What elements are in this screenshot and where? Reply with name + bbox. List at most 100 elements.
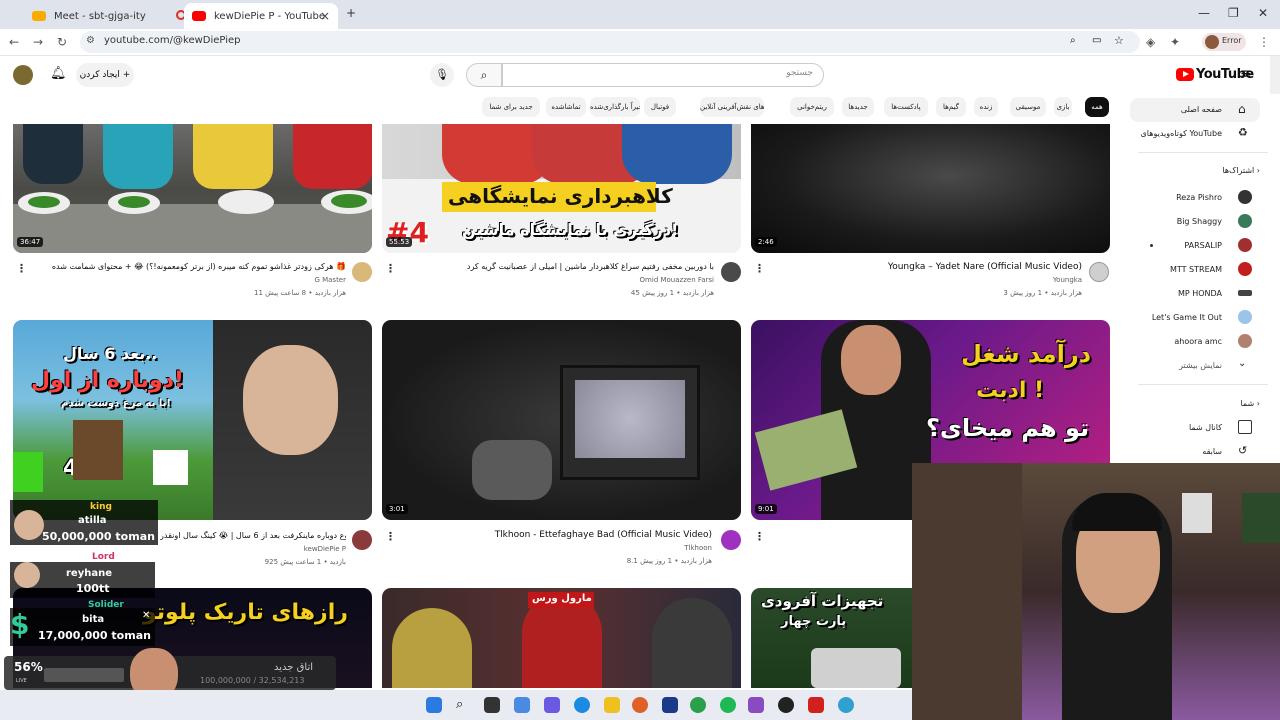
more-options-icon[interactable]: ⋮ [16,262,27,275]
chip[interactable]: فوتبال [644,97,676,117]
avatar[interactable] [13,65,33,85]
back-icon[interactable]: ← [9,35,19,49]
sidebar-item-sub[interactable]: Big Shaggy [1130,210,1260,234]
chip[interactable]: پادکست‌ها [884,97,928,117]
more-options-icon[interactable]: ⋮ [385,530,396,543]
video-title[interactable]: Youngka – Yadet Nare (Official Music Vid… [770,262,1082,272]
site-info-icon[interactable]: ⚙ [86,35,95,46]
channel-name[interactable]: Omid Mouazzen Farsi [520,276,714,284]
notifications-icon[interactable]: 🔔︎ [50,66,67,81]
video-thumbnail[interactable]: مارول ورس [382,588,741,688]
chip[interactable]: بازی [1054,97,1072,117]
widgets-icon[interactable] [514,697,530,713]
chip[interactable]: جدید برای شما [482,97,540,117]
video-title[interactable]: با دوربین مخفی رفتیم سراغ کلاهبردار ماشی… [400,262,714,271]
menu-icon[interactable]: ⋮ [1258,35,1270,49]
chrome-icon[interactable] [690,697,706,713]
chip[interactable]: زنده [974,97,998,117]
sidebar-item-sub[interactable]: MTT STREAM [1130,258,1260,282]
folder-icon[interactable] [604,697,620,713]
app-icon[interactable] [838,697,854,713]
task-view-icon[interactable] [484,697,500,713]
chip[interactable]: ریتم‌خوانی [790,97,834,117]
zoom-icon[interactable]: ⌕ [1070,35,1076,46]
bookmark-icon[interactable]: ☆ [1114,34,1124,47]
chip[interactable]: بازی‌های نقش‌آفرینی آنلاین [700,97,764,117]
close-window-icon[interactable]: ✕ [1258,6,1268,20]
avatar[interactable] [721,262,741,282]
sidebar-item-sub[interactable]: Let's Game It Out [1130,306,1260,330]
video-thumbnail[interactable]: 3:01 [382,320,741,520]
shield-icon[interactable]: ◈ [1146,35,1155,49]
video-title[interactable]: شروع دوباره ماینکرفت بعد از 6 سال | 😭 کی… [160,531,346,540]
sidebar-item-history[interactable]: سابقه ↺ [1130,440,1260,464]
extensions-icon[interactable]: ✦ [1170,35,1180,49]
more-options-icon[interactable]: ⋮ [754,262,765,275]
spotify-icon[interactable] [720,697,736,713]
sidebar-item-your-channel[interactable]: کانال شما [1130,416,1260,440]
tab-meet[interactable]: Meet - sbt-gjga-ity [24,3,186,29]
forward-icon[interactable]: → [33,35,43,49]
video-thumbnail[interactable]: 36:47 [13,124,372,253]
sidebar-item-home[interactable]: صفحه اصلی ⌂ [1130,98,1260,122]
sidebar-item-sub[interactable]: MP HONDA [1130,282,1260,306]
youtube-icon [192,11,206,21]
show-more-button[interactable]: نمایش بیشتر ⌄ [1130,354,1260,378]
tab-youtube[interactable]: kewDiePie P - YouTube × [184,3,338,29]
create-button[interactable]: ایجاد کردن + [76,63,134,87]
avatar[interactable] [721,530,741,550]
app-icon[interactable] [808,697,824,713]
channel-name[interactable]: kewDiePie P [200,545,346,553]
sidebar-item-sub[interactable]: Reza Pishro [1130,186,1260,210]
chat-icon[interactable] [544,697,560,713]
close-icon[interactable]: ✕ [142,610,150,621]
avatar[interactable] [352,530,372,550]
channel-name[interactable]: Youngka [890,276,1082,284]
avatar[interactable] [1089,262,1109,282]
chip-all[interactable]: همه [1085,97,1109,117]
search-button[interactable]: ⌕ [466,63,502,87]
app-icon[interactable] [748,697,764,713]
minimize-icon[interactable]: — [1198,6,1210,20]
address-bar[interactable]: ⚙ youtube.com/@kewDiePiep ⌕ ▭ ☆ [80,31,1140,53]
cast-icon[interactable]: ▭ [1092,35,1101,46]
app-icon[interactable] [662,697,678,713]
search-icon[interactable]: ⌕ [456,697,472,713]
channel-name[interactable]: Tlkhoon [520,544,712,552]
new-tab-button[interactable]: + [346,6,356,20]
avatar[interactable] [352,262,372,282]
chip[interactable]: جدیدها [842,97,874,117]
close-tab-icon[interactable]: × [320,9,330,23]
scrollbar[interactable] [1270,56,1280,94]
sidebar-item-shorts[interactable]: کوتاه‌ویدیوهای YouTube ♻ [1130,122,1260,146]
chip[interactable]: اخیراً بارگذاری‌شده [590,97,640,117]
search-input[interactable]: جستجو [502,63,824,87]
video-thumbnail[interactable]: بعد 6 سال.. دوباره از اول! با یه مرغ دوس… [13,320,372,520]
video-thumbnail[interactable]: 2:46 [751,124,1110,253]
video-title[interactable]: هرکی زودتر غذاشو تموم کنه میبره (از برتر… [30,262,346,271]
restore-icon[interactable]: ❐ [1228,6,1239,20]
video-title[interactable]: Tlkhoon - Ettefaghaye Bad (Official Musi… [400,530,712,540]
edge-icon[interactable] [574,697,590,713]
channel-name[interactable]: G Master [150,276,346,284]
you-heading[interactable]: شما › [1240,399,1260,408]
subscriptions-heading[interactable]: اشتراک‌ها › [1222,166,1260,175]
obs-icon[interactable] [778,697,794,713]
firefox-icon[interactable] [632,697,648,713]
more-options-icon[interactable]: ⋮ [754,530,765,543]
video-thumbnail[interactable]: تجهیزات آفرودی پارت چهار [751,588,912,688]
chip[interactable]: موسیقی [1010,97,1046,117]
reload-icon[interactable]: ↻ [57,35,67,49]
mic-icon[interactable]: 🎙︎ [430,63,454,87]
chip[interactable]: تماشاشده [546,97,586,117]
donation-name: bita [82,614,105,625]
windows-start-icon[interactable] [426,697,442,713]
chip[interactable]: گیم‌ها [936,97,966,117]
donation-overlay: king atilla 50,000,000 toman Lord reyhan… [10,500,158,648]
sidebar-item-sub[interactable]: ahoora amc [1130,330,1260,354]
video-thumbnail[interactable]: کلاهبرداری نمایشگاهی درگیری با نمایشگاه … [382,124,741,253]
sidebar-item-sub[interactable]: PARSALIP [1130,234,1260,258]
profile-button[interactable]: Error [1202,33,1246,51]
hamburger-icon[interactable]: ≡ [1240,66,1252,82]
more-options-icon[interactable]: ⋮ [385,262,396,275]
